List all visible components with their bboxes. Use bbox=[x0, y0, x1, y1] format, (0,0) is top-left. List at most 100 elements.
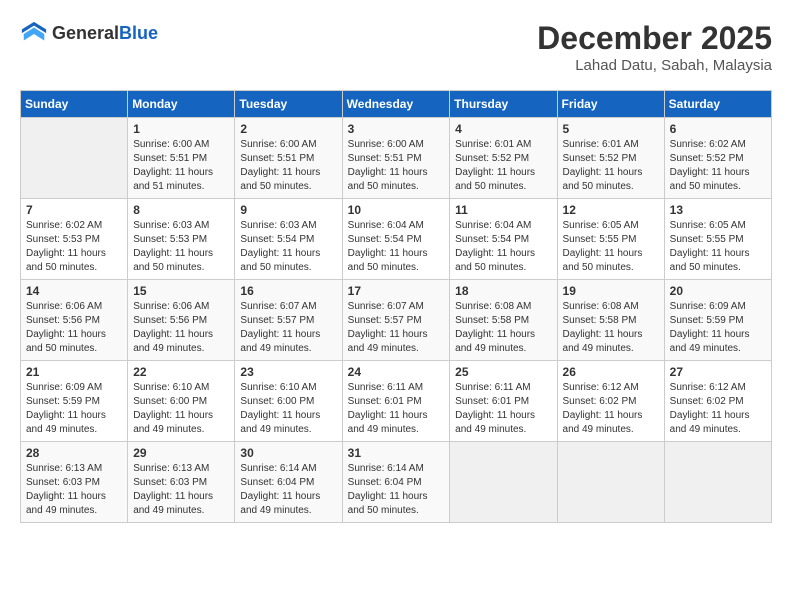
title-area: December 2025 Lahad Datu, Sabah, Malaysi… bbox=[537, 20, 772, 74]
day-info: Sunrise: 6:02 AM Sunset: 5:52 PM Dayligh… bbox=[670, 138, 766, 194]
calendar-cell: 22 Sunrise: 6:10 AM Sunset: 6:00 PM Dayli… bbox=[128, 361, 235, 442]
calendar-cell: 28Sunrise: 6:13 AM Sunset: 6:03 PM Dayli… bbox=[21, 442, 128, 523]
day-number: 30 bbox=[240, 446, 336, 460]
calendar-week-3: 14 Sunrise: 6:06 AM Sunset: 5:56 PM Dayli… bbox=[21, 280, 772, 361]
day-number: 7 bbox=[26, 203, 122, 217]
calendar-cell: 20 Sunrise: 6:09 AM Sunset: 5:59 PM Dayli… bbox=[664, 280, 771, 361]
day-number: 1 bbox=[133, 122, 229, 136]
calendar-cell: 3Sunrise: 6:00 AM Sunset: 5:51 PM Daylig… bbox=[342, 118, 450, 199]
day-number: 10 bbox=[348, 203, 445, 217]
calendar-cell bbox=[21, 118, 128, 199]
day-number: 5 bbox=[563, 122, 659, 136]
page-header: GeneralBlue December 2025 Lahad Datu, Sa… bbox=[20, 20, 772, 74]
day-number: 21 bbox=[26, 365, 122, 379]
calendar-cell: 1 Sunrise: 6:00 AM Sunset: 5:51 PM Daylig… bbox=[128, 118, 235, 199]
calendar-cell bbox=[450, 442, 557, 523]
calendar-week-4: 21 Sunrise: 6:09 AM Sunset: 5:59 PM Dayli… bbox=[21, 361, 772, 442]
logo-icon bbox=[20, 20, 48, 48]
day-number: 20 bbox=[670, 284, 766, 298]
day-number: 24 bbox=[348, 365, 445, 379]
day-info: Sunrise: 6:00 AM Sunset: 5:51 PM Dayligh… bbox=[240, 138, 336, 194]
day-info: Sunrise: 6:08 AM Sunset: 5:58 PM Dayligh… bbox=[563, 300, 659, 356]
day-number: 31 bbox=[348, 446, 445, 460]
day-info: Sunrise: 6:03 AM Sunset: 5:54 PM Dayligh… bbox=[240, 219, 336, 275]
day-info: Sunrise: 6:07 AM Sunset: 5:57 PM Dayligh… bbox=[348, 300, 445, 356]
day-number: 11 bbox=[455, 203, 551, 217]
logo-blue: Blue bbox=[119, 23, 158, 43]
calendar-cell: 27 Sunrise: 6:12 AM Sunset: 6:02 PM Dayli… bbox=[664, 361, 771, 442]
calendar-cell: 14Sunrise: 6:06 AM Sunset: 5:56 PM Dayli… bbox=[21, 280, 128, 361]
calendar-header-row: SundayMondayTuesdayWednesdayThursdayFrid… bbox=[21, 91, 772, 118]
calendar-cell: 17 Sunrise: 6:07 AM Sunset: 5:57 PM Dayli… bbox=[342, 280, 450, 361]
day-number: 26 bbox=[563, 365, 659, 379]
day-info: Sunrise: 6:09 AM Sunset: 5:59 PM Dayligh… bbox=[26, 381, 122, 437]
calendar-cell: 6 Sunrise: 6:02 AM Sunset: 5:52 PM Daylig… bbox=[664, 118, 771, 199]
calendar-cell bbox=[664, 442, 771, 523]
header-tuesday: Tuesday bbox=[235, 91, 342, 118]
day-number: 14 bbox=[26, 284, 122, 298]
day-info: Sunrise: 6:04 AM Sunset: 5:54 PM Dayligh… bbox=[348, 219, 445, 275]
calendar-cell: 18 Sunrise: 6:08 AM Sunset: 5:58 PM Dayli… bbox=[450, 280, 557, 361]
calendar-cell: 25Sunrise: 6:11 AM Sunset: 6:01 PM Dayli… bbox=[450, 361, 557, 442]
day-number: 18 bbox=[455, 284, 551, 298]
calendar-cell: 19Sunrise: 6:08 AM Sunset: 5:58 PM Dayli… bbox=[557, 280, 664, 361]
day-info: Sunrise: 6:00 AM Sunset: 5:51 PM Dayligh… bbox=[133, 138, 229, 194]
day-info: Sunrise: 6:05 AM Sunset: 5:55 PM Dayligh… bbox=[563, 219, 659, 275]
header-monday: Monday bbox=[128, 91, 235, 118]
day-info: Sunrise: 6:06 AM Sunset: 5:56 PM Dayligh… bbox=[133, 300, 229, 356]
day-info: Sunrise: 6:13 AM Sunset: 6:03 PM Dayligh… bbox=[133, 462, 229, 518]
day-number: 27 bbox=[670, 365, 766, 379]
day-info: Sunrise: 6:12 AM Sunset: 6:02 PM Dayligh… bbox=[670, 381, 766, 437]
day-info: Sunrise: 6:01 AM Sunset: 5:52 PM Dayligh… bbox=[563, 138, 659, 194]
day-info: Sunrise: 6:10 AM Sunset: 6:00 PM Dayligh… bbox=[133, 381, 229, 437]
logo-text: GeneralBlue bbox=[52, 24, 158, 44]
header-wednesday: Wednesday bbox=[342, 91, 450, 118]
day-info: Sunrise: 6:00 AM Sunset: 5:51 PM Dayligh… bbox=[348, 138, 445, 194]
day-number: 28 bbox=[26, 446, 122, 460]
calendar-cell: 24Sunrise: 6:11 AM Sunset: 6:01 PM Dayli… bbox=[342, 361, 450, 442]
day-number: 17 bbox=[348, 284, 445, 298]
day-info: Sunrise: 6:07 AM Sunset: 5:57 PM Dayligh… bbox=[240, 300, 336, 356]
day-info: Sunrise: 6:09 AM Sunset: 5:59 PM Dayligh… bbox=[670, 300, 766, 356]
day-info: Sunrise: 6:08 AM Sunset: 5:58 PM Dayligh… bbox=[455, 300, 551, 356]
calendar-cell: 15 Sunrise: 6:06 AM Sunset: 5:56 PM Dayli… bbox=[128, 280, 235, 361]
calendar-cell: 13Sunrise: 6:05 AM Sunset: 5:55 PM Dayli… bbox=[664, 199, 771, 280]
calendar-table: SundayMondayTuesdayWednesdayThursdayFrid… bbox=[20, 90, 772, 523]
day-info: Sunrise: 6:02 AM Sunset: 5:53 PM Dayligh… bbox=[26, 219, 122, 275]
calendar-cell: 23 Sunrise: 6:10 AM Sunset: 6:00 PM Dayli… bbox=[235, 361, 342, 442]
logo-general: General bbox=[52, 23, 119, 43]
day-info: Sunrise: 6:10 AM Sunset: 6:00 PM Dayligh… bbox=[240, 381, 336, 437]
calendar-cell bbox=[557, 442, 664, 523]
day-info: Sunrise: 6:14 AM Sunset: 6:04 PM Dayligh… bbox=[240, 462, 336, 518]
day-number: 12 bbox=[563, 203, 659, 217]
day-number: 16 bbox=[240, 284, 336, 298]
calendar-cell: 29 Sunrise: 6:13 AM Sunset: 6:03 PM Dayli… bbox=[128, 442, 235, 523]
day-number: 22 bbox=[133, 365, 229, 379]
calendar-week-1: 1 Sunrise: 6:00 AM Sunset: 5:51 PM Daylig… bbox=[21, 118, 772, 199]
day-number: 29 bbox=[133, 446, 229, 460]
header-friday: Friday bbox=[557, 91, 664, 118]
month-title: December 2025 bbox=[537, 20, 772, 57]
day-info: Sunrise: 6:14 AM Sunset: 6:04 PM Dayligh… bbox=[348, 462, 445, 518]
calendar-cell: 21 Sunrise: 6:09 AM Sunset: 5:59 PM Dayli… bbox=[21, 361, 128, 442]
day-info: Sunrise: 6:01 AM Sunset: 5:52 PM Dayligh… bbox=[455, 138, 551, 194]
day-info: Sunrise: 6:05 AM Sunset: 5:55 PM Dayligh… bbox=[670, 219, 766, 275]
day-number: 6 bbox=[670, 122, 766, 136]
day-number: 23 bbox=[240, 365, 336, 379]
day-number: 15 bbox=[133, 284, 229, 298]
calendar-cell: 12 Sunrise: 6:05 AM Sunset: 5:55 PM Dayli… bbox=[557, 199, 664, 280]
calendar-week-5: 28 Sunrise: 6:13 AM Sunset: 6:03 PM Dayli… bbox=[21, 442, 772, 523]
header-saturday: Saturday bbox=[664, 91, 771, 118]
calendar-cell: 30 Sunrise: 6:14 AM Sunset: 6:04 PM Dayli… bbox=[235, 442, 342, 523]
calendar-cell: 8 Sunrise: 6:03 AM Sunset: 5:53 PM Daylig… bbox=[128, 199, 235, 280]
calendar-cell: 10 Sunrise: 6:04 AM Sunset: 5:54 PM Dayli… bbox=[342, 199, 450, 280]
calendar-cell: 9Sunrise: 6:03 AM Sunset: 5:54 PM Daylig… bbox=[235, 199, 342, 280]
calendar-cell: 4Sunrise: 6:01 AM Sunset: 5:52 PM Daylig… bbox=[450, 118, 557, 199]
calendar-cell: 5 Sunrise: 6:01 AM Sunset: 5:52 PM Daylig… bbox=[557, 118, 664, 199]
calendar-cell: 16 Sunrise: 6:07 AM Sunset: 5:57 PM Dayli… bbox=[235, 280, 342, 361]
calendar-cell: 31 Sunrise: 6:14 AM Sunset: 6:04 PM Dayli… bbox=[342, 442, 450, 523]
calendar-week-2: 7 Sunrise: 6:02 AM Sunset: 5:53 PM Daylig… bbox=[21, 199, 772, 280]
day-info: Sunrise: 6:03 AM Sunset: 5:53 PM Dayligh… bbox=[133, 219, 229, 275]
day-number: 8 bbox=[133, 203, 229, 217]
header-sunday: Sunday bbox=[21, 91, 128, 118]
